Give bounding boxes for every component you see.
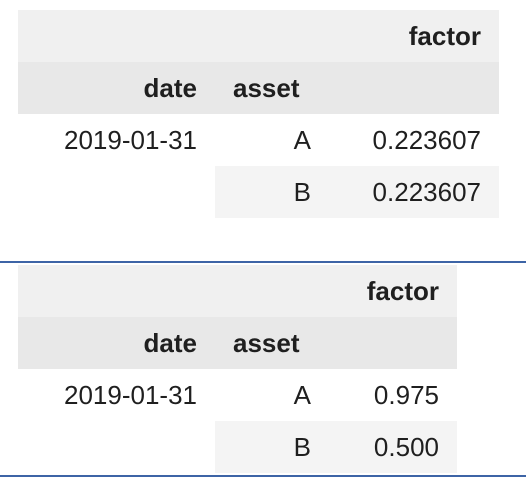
dataframe-output-2: factor date asset 2019-01-31 A 0.975 B 0… [18,265,457,473]
index-name-row: date asset [18,317,457,369]
index-name-date: date [18,62,215,114]
index-date-cell [18,421,215,473]
index-date-cell: 2019-01-31 [64,379,197,410]
dataframe-table: factor date asset 2019-01-31 A 0.975 B 0… [18,265,457,473]
table-row: 2019-01-31 A 0.223607 [18,114,499,166]
index-asset-cell: A [293,124,311,155]
column-header-factor: factor [329,10,499,62]
header-blank [18,10,215,62]
index-name-asset: asset [215,62,329,114]
factor-value-cell: 0.975 [373,379,439,410]
index-asset-cell: A [293,379,311,410]
index-name-date: date [18,317,215,369]
index-date-cell: 2019-01-31 [64,124,197,155]
output-divider [0,261,526,263]
factor-value-cell: 0.500 [329,421,457,473]
index-asset-cell: B [215,166,329,218]
column-header-row: factor [18,10,499,62]
header-blank [329,317,457,369]
table-row: B 0.500 [18,421,457,473]
column-header-row: factor [18,265,457,317]
header-blank [18,265,215,317]
index-asset-cell: B [215,421,329,473]
index-name-asset: asset [215,317,329,369]
dataframe-table: factor date asset 2019-01-31 A 0.223607 … [18,10,499,218]
column-header-factor: factor [329,265,457,317]
header-blank [329,62,499,114]
factor-value-cell: 0.223607 [372,124,481,155]
factor-value-cell: 0.223607 [329,166,499,218]
dataframe-output-1: factor date asset 2019-01-31 A 0.223607 … [18,10,499,218]
table-row: 2019-01-31 A 0.975 [18,369,457,421]
table-row: B 0.223607 [18,166,499,218]
header-blank [215,265,329,317]
header-blank [215,10,329,62]
index-date-cell [18,166,215,218]
index-name-row: date asset [18,62,499,114]
output-divider [0,475,526,477]
